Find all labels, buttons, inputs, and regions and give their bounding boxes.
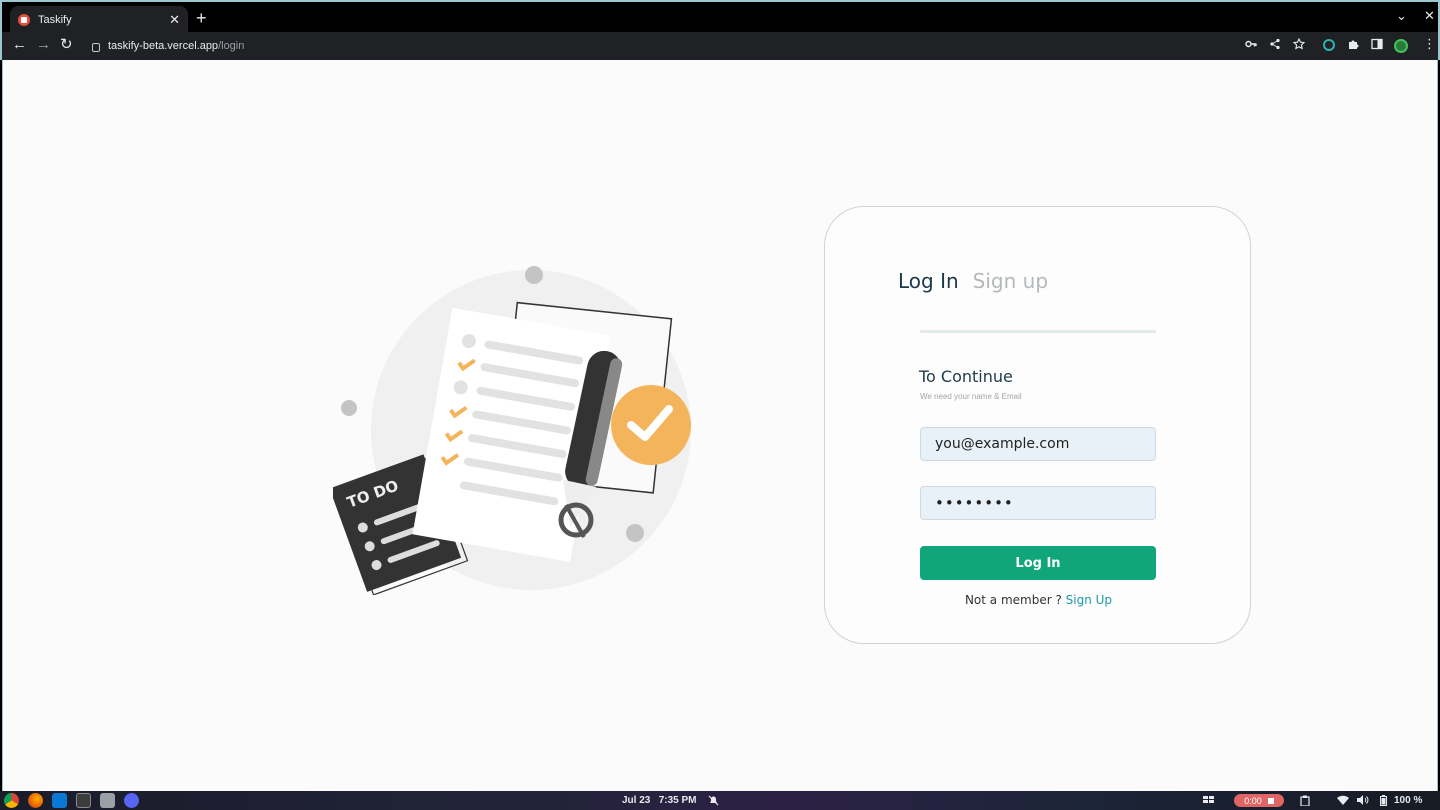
workspace-switcher-icon[interactable] bbox=[1203, 795, 1215, 808]
back-button[interactable]: ← bbox=[12, 36, 27, 54]
vscode-app-icon[interactable] bbox=[52, 793, 67, 808]
react-devtools-extension-icon[interactable] bbox=[1323, 39, 1335, 51]
password-key-icon[interactable] bbox=[1245, 38, 1257, 54]
taskbar-date: Jul 23 bbox=[622, 795, 651, 806]
tab-search-chevron-icon[interactable]: ⌄ bbox=[1396, 8, 1407, 24]
tab-title: Taskify bbox=[38, 14, 72, 26]
stop-record-icon[interactable] bbox=[1267, 797, 1274, 804]
signup-prompt: Not a member ? Sign Up bbox=[825, 593, 1252, 607]
password-field[interactable]: •••••••• bbox=[920, 486, 1156, 520]
chrome-app-icon[interactable] bbox=[4, 793, 19, 808]
terminal-app-icon[interactable] bbox=[76, 793, 91, 808]
browser-menu-icon[interactable]: ⋮ bbox=[1423, 37, 1436, 51]
taskify-favicon-icon bbox=[18, 14, 30, 26]
auth-tabs: Log In Sign up bbox=[898, 269, 1048, 293]
email-field[interactable]: you@example.com bbox=[920, 427, 1156, 461]
browser-tab-bar: Taskify ✕ + ⌄ ✕ bbox=[0, 0, 1440, 34]
discord-app-icon[interactable] bbox=[124, 793, 139, 808]
browser-tab[interactable]: Taskify ✕ bbox=[10, 6, 188, 34]
member-prompt-text: Not a member ? bbox=[964, 593, 1062, 607]
wifi-icon[interactable] bbox=[1337, 795, 1349, 808]
window-close-button[interactable]: ✕ bbox=[1424, 8, 1435, 24]
todo-checklist-illustration: TO DO bbox=[333, 266, 691, 595]
forward-button[interactable]: → bbox=[36, 36, 51, 54]
login-page: TO DO Log In Sign up To Continue We need… bbox=[2, 60, 1438, 791]
tab-divider bbox=[920, 330, 1156, 333]
login-card: Log In Sign up To Continue We need your … bbox=[824, 206, 1251, 644]
form-heading: To Continue bbox=[919, 367, 1013, 386]
lock-icon bbox=[92, 42, 100, 52]
new-tab-button[interactable]: + bbox=[196, 8, 207, 28]
signup-link[interactable]: Sign Up bbox=[1066, 593, 1112, 607]
tab-close-icon[interactable]: ✕ bbox=[169, 12, 180, 28]
taskbar-clock[interactable]: Jul 23 7:35 PM bbox=[622, 795, 697, 806]
clipboard-icon[interactable] bbox=[1300, 795, 1310, 809]
extensions-puzzle-icon[interactable] bbox=[1347, 38, 1359, 54]
battery-percentage: 100 % bbox=[1394, 795, 1423, 806]
battery-icon[interactable] bbox=[1380, 795, 1387, 809]
taskbar-time: 7:35 PM bbox=[658, 795, 697, 806]
url-host: taskify-beta.vercel.app bbox=[108, 40, 219, 52]
reload-button[interactable]: ↻ bbox=[60, 36, 73, 54]
notifications-muted-icon[interactable] bbox=[708, 795, 719, 809]
screen-recorder-indicator[interactable]: 0:00 bbox=[1234, 794, 1284, 807]
tab-login[interactable]: Log In bbox=[898, 269, 959, 293]
record-time: 0:00 bbox=[1244, 795, 1262, 806]
url-path: /login bbox=[218, 40, 245, 52]
files-app-icon[interactable] bbox=[100, 793, 115, 808]
browser-toolbar: ← → ↻ taskify-beta.vercel.app /login ⋮ bbox=[0, 32, 1440, 60]
side-panel-icon[interactable] bbox=[1371, 38, 1383, 54]
login-button[interactable]: Log In bbox=[920, 546, 1156, 580]
address-bar[interactable]: taskify-beta.vercel.app /login bbox=[84, 35, 1312, 57]
share-icon[interactable] bbox=[1269, 38, 1281, 54]
bookmark-star-icon[interactable] bbox=[1292, 37, 1306, 54]
form-subheading: We need your name & Email bbox=[920, 392, 1022, 401]
firefox-app-icon[interactable] bbox=[28, 793, 43, 808]
tab-signup[interactable]: Sign up bbox=[973, 269, 1048, 293]
volume-icon[interactable] bbox=[1357, 795, 1369, 808]
os-taskbar: Jul 23 7:35 PM 0:00 100 % bbox=[0, 791, 1440, 810]
profile-avatar-icon[interactable] bbox=[1394, 39, 1408, 53]
